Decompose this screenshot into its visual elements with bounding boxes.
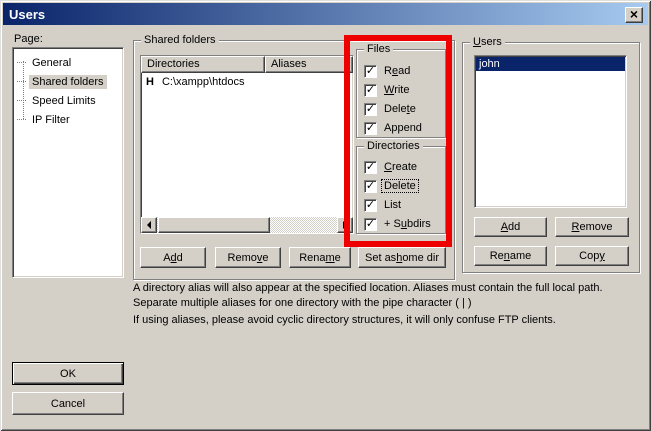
tree-connector <box>17 62 26 63</box>
directories-group-label: Directories <box>364 140 423 153</box>
checkmark-icon: ✓ <box>366 161 375 172</box>
scrollbar-thumb[interactable] <box>158 217 270 233</box>
checkbox-write[interactable]: ✓ Write <box>364 83 411 97</box>
page-list[interactable]: General Shared folders Speed Limits IP F… <box>12 47 124 278</box>
tree-connector <box>17 119 26 120</box>
rename-user-button[interactable]: Rename <box>474 246 547 266</box>
checkbox-read[interactable]: ✓ Read <box>364 64 412 78</box>
checkmark-icon: ✓ <box>366 103 375 114</box>
users-list[interactable]: john <box>474 55 627 208</box>
checkbox-box: ✓ <box>364 122 377 135</box>
sidebar-item-speed-limits[interactable]: Speed Limits <box>13 91 123 110</box>
checkbox-box: ✓ <box>364 199 377 212</box>
checkbox-label: + Subdirs <box>382 218 433 230</box>
checkbox-box: ✓ <box>364 84 377 97</box>
list-item-user[interactable]: john <box>476 57 625 71</box>
column-header-aliases[interactable]: Aliases <box>265 56 353 73</box>
remove-directory-button[interactable]: Remove <box>215 247 281 268</box>
users-group-label: Users <box>470 36 505 49</box>
sidebar-item-shared-folders[interactable]: Shared folders <box>13 72 123 91</box>
checkbox-append[interactable]: ✓ Append <box>364 121 424 135</box>
directories-permissions-group: Directories ✓ Create ✓ Delete ✓ List ✓ +… <box>356 146 446 234</box>
add-user-button[interactable]: Add <box>474 217 547 237</box>
checkbox-subdirs[interactable]: ✓ + Subdirs <box>364 217 433 231</box>
files-permissions-group: Files ✓ Read ✓ Write ✓ Delete ✓ Append <box>356 49 446 138</box>
copy-user-button[interactable]: Copy <box>555 246 629 266</box>
sidebar-item-ip-filter[interactable]: IP Filter <box>13 110 123 129</box>
users-dialog: Users × Page: General Shared folders Spe… <box>0 0 651 431</box>
checkbox-label: Write <box>382 84 411 96</box>
arrow-right-icon <box>343 221 351 229</box>
sidebar-item-label: Shared folders <box>29 75 107 89</box>
cancel-button[interactable]: Cancel <box>12 392 124 415</box>
checkbox-label: Create <box>382 161 419 173</box>
cyclic-help-text: If using aliases, please avoid cyclic di… <box>133 313 638 328</box>
checkbox-label: Delete <box>382 103 418 115</box>
users-group: Users john Add Remove Rename Copy <box>462 42 640 273</box>
titlebar[interactable]: Users × <box>3 3 648 25</box>
page-label: Page: <box>14 33 43 45</box>
column-header-directories[interactable]: Directories <box>141 56 265 73</box>
checkbox-label: Delete <box>382 180 418 192</box>
checkbox-label: Read <box>382 65 412 77</box>
checkbox-create[interactable]: ✓ Create <box>364 160 419 174</box>
tree-connector <box>17 100 26 101</box>
files-group-label: Files <box>364 43 393 56</box>
checkmark-icon: ✓ <box>366 199 375 210</box>
directories-table[interactable]: Directories Aliases H C:\xampp\htdocs <box>140 55 354 234</box>
sidebar-item-label: IP Filter <box>29 113 73 127</box>
checkbox-delete-dirs[interactable]: ✓ Delete <box>364 179 418 193</box>
remove-user-button[interactable]: Remove <box>555 217 629 237</box>
table-row[interactable]: H C:\xampp\htdocs <box>141 73 353 88</box>
add-directory-button[interactable]: Add <box>140 247 206 268</box>
checkbox-box: ✓ <box>364 218 377 231</box>
sidebar-item-label: Speed Limits <box>29 94 99 108</box>
checkbox-label: List <box>382 199 403 211</box>
shared-folders-group-label: Shared folders <box>141 34 219 47</box>
scroll-left-button[interactable] <box>141 217 157 233</box>
directory-path: C:\xampp\htdocs <box>162 76 245 88</box>
checkbox-box: ✓ <box>364 103 377 116</box>
checkbox-delete-files[interactable]: ✓ Delete <box>364 102 418 116</box>
checkmark-icon: ✓ <box>366 122 375 133</box>
checkbox-box: ✓ <box>364 161 377 174</box>
checkmark-icon: ✓ <box>366 84 375 95</box>
checkbox-box: ✓ <box>364 65 377 78</box>
checkmark-icon: ✓ <box>366 65 375 76</box>
table-header: Directories Aliases <box>141 56 353 73</box>
scroll-right-button[interactable] <box>337 217 353 233</box>
checkmark-icon: ✓ <box>366 180 375 191</box>
checkbox-box: ✓ <box>364 180 377 193</box>
checkbox-label: Append <box>382 122 424 134</box>
sidebar-item-general[interactable]: General <box>13 53 123 72</box>
horizontal-scrollbar[interactable] <box>141 217 353 233</box>
ok-button[interactable]: OK <box>12 362 124 385</box>
rename-directory-button[interactable]: Rename <box>289 247 351 268</box>
arrow-left-icon <box>143 221 151 229</box>
close-icon: × <box>630 8 638 20</box>
set-as-home-dir-button[interactable]: Set as home dir <box>358 247 446 268</box>
close-button[interactable]: × <box>625 7 643 23</box>
tree-connector <box>17 81 26 82</box>
window-title: Users <box>3 7 45 22</box>
alias-help-text: A directory alias will also appear at th… <box>133 281 638 311</box>
checkmark-icon: ✓ <box>366 218 375 229</box>
shared-folders-group: Shared folders Directories Aliases H C:\… <box>133 40 455 280</box>
sidebar-item-label: General <box>29 56 74 70</box>
home-dir-flag: H <box>146 76 154 88</box>
checkbox-list[interactable]: ✓ List <box>364 198 403 212</box>
